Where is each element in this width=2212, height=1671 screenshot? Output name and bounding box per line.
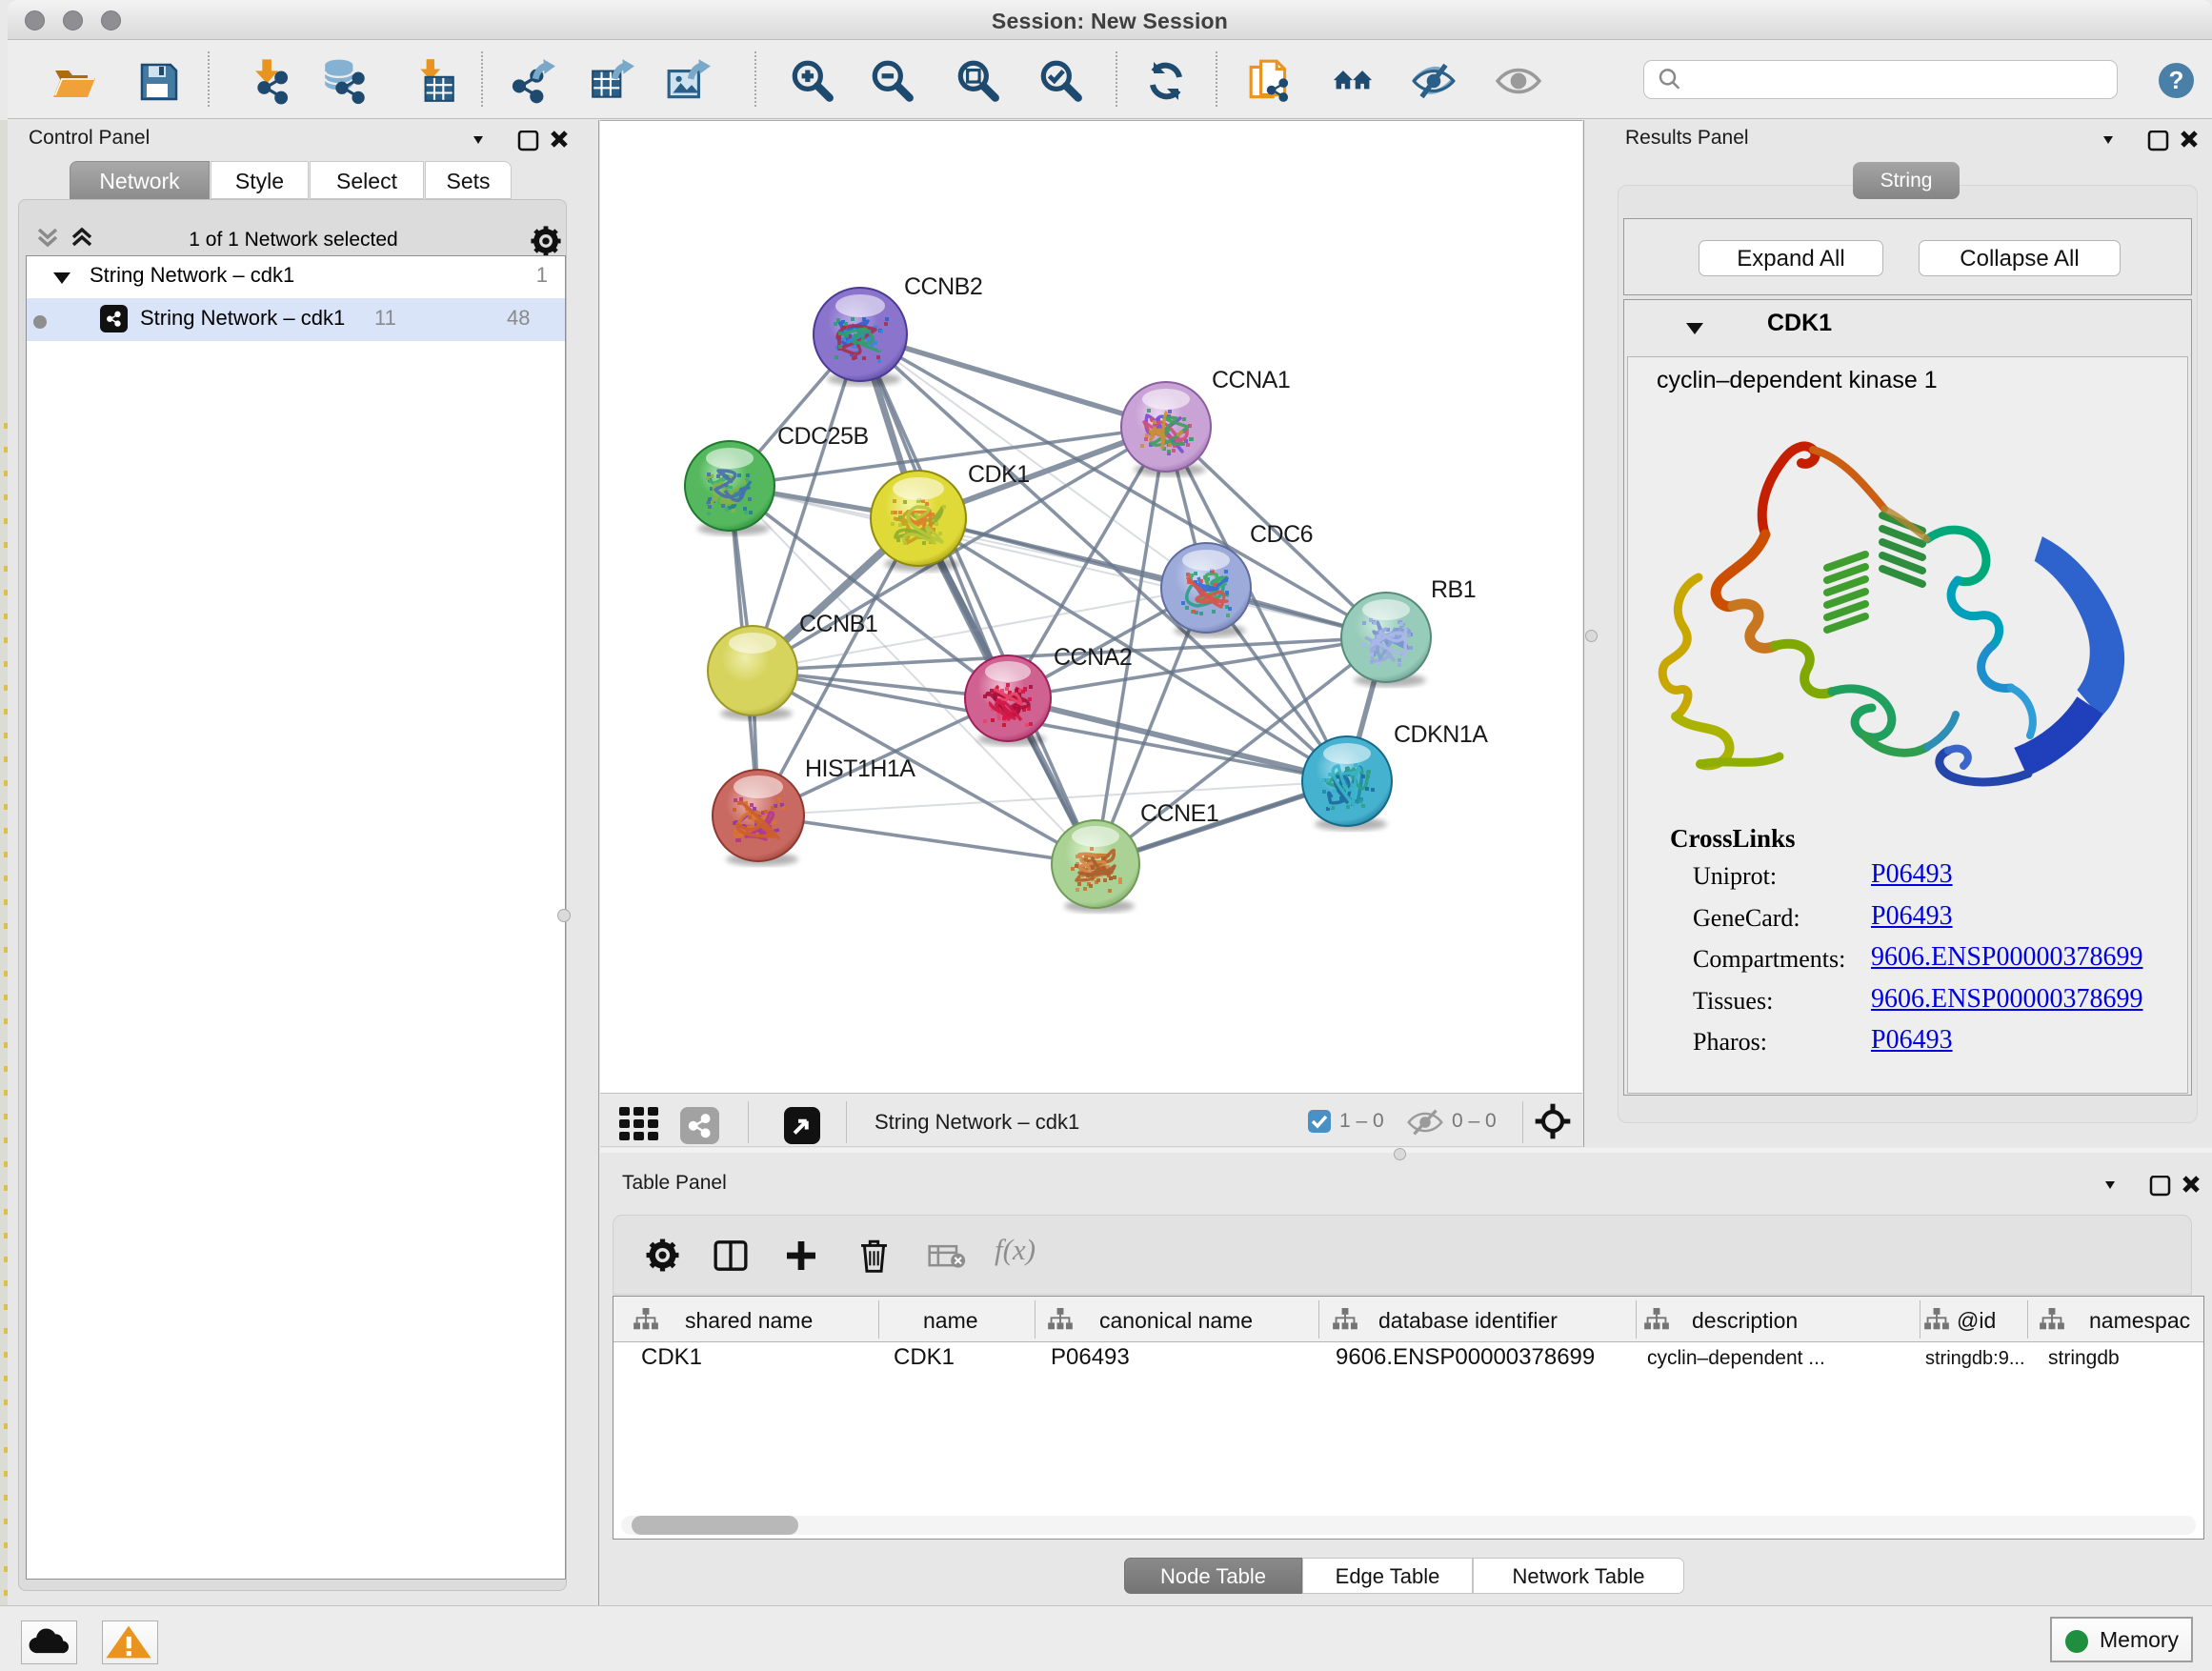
- svg-text:HIST1H1A: HIST1H1A: [805, 755, 915, 782]
- svg-text:CCNA2: CCNA2: [1054, 644, 1132, 671]
- svg-text:CCNB1: CCNB1: [799, 611, 877, 637]
- svg-text:CDK1: CDK1: [968, 461, 1030, 488]
- svg-text:RB1: RB1: [1431, 576, 1476, 603]
- svg-text:CCNA1: CCNA1: [1212, 367, 1290, 393]
- svg-text:CDKN1A: CDKN1A: [1394, 721, 1488, 748]
- svg-text:CDC25B: CDC25B: [777, 423, 869, 450]
- svg-text:CDC6: CDC6: [1250, 521, 1313, 548]
- svg-text:CCNB2: CCNB2: [904, 273, 982, 300]
- svg-text:CCNE1: CCNE1: [1140, 800, 1218, 827]
